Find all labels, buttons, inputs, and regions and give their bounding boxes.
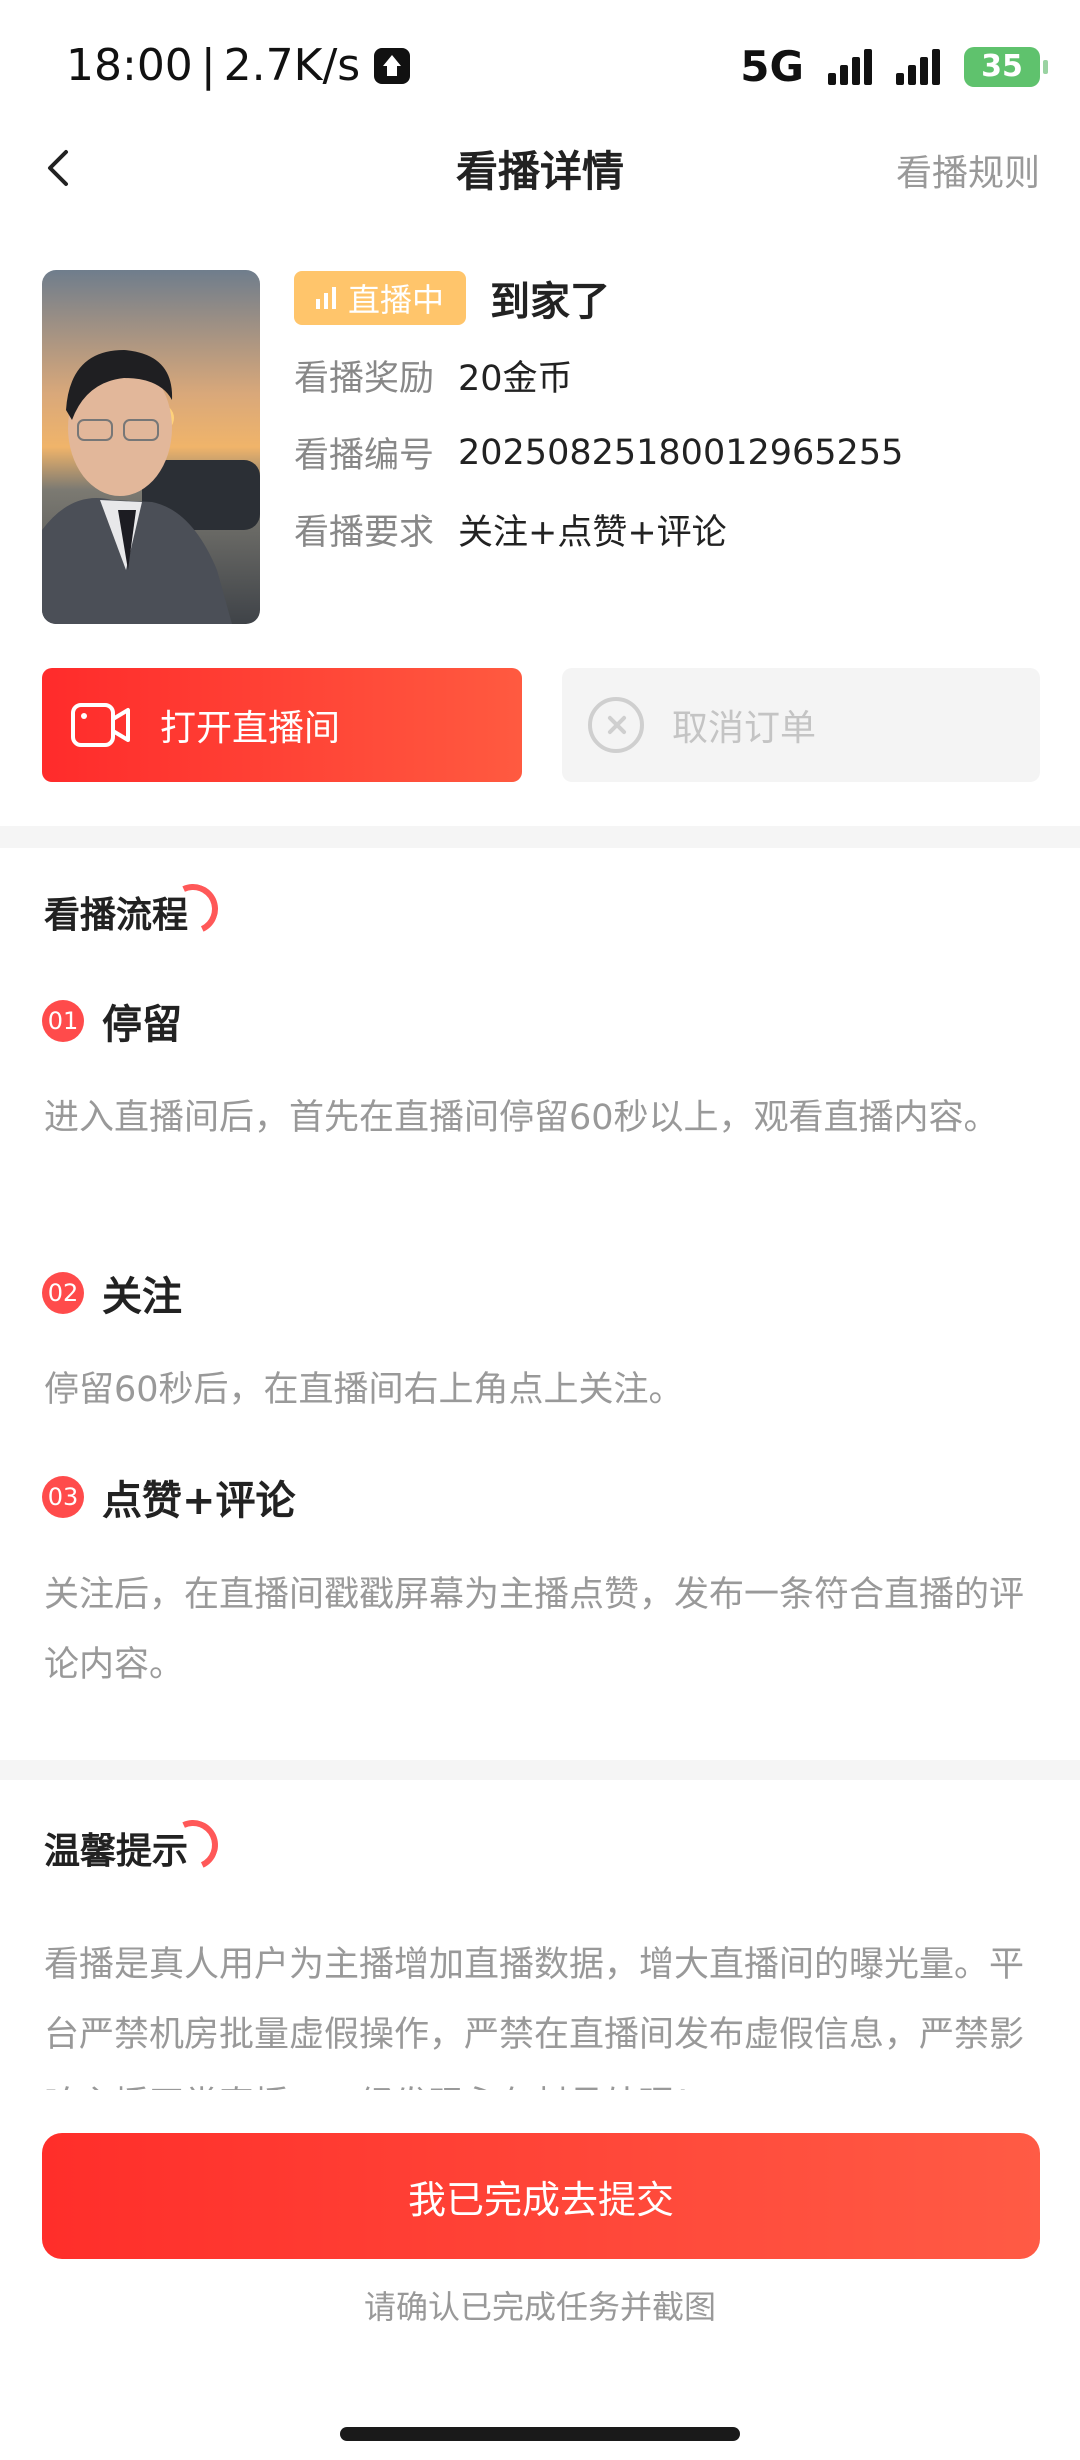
- step-number: 01: [42, 1000, 84, 1042]
- step-description: 停留60秒后，在直播间右上角点上关注。: [44, 1370, 684, 1410]
- step-item: 01 停留: [42, 992, 182, 1050]
- status-time: 18:00: [66, 40, 193, 91]
- step-title: 停留: [102, 1002, 182, 1048]
- field-value: 20250825180012965255: [458, 432, 904, 473]
- field-reward: 看播奖励 20金币: [294, 348, 1034, 403]
- process-title-text: 看播流程: [44, 895, 189, 936]
- open-live-room-button[interactable]: 打开直播间: [42, 668, 522, 782]
- live-status-badge: 直播中: [294, 271, 467, 325]
- step-item: 02 关注: [42, 1264, 182, 1322]
- stream-title: 到家了: [490, 279, 611, 325]
- battery-level: 35: [981, 49, 1023, 84]
- video-camera-icon: [71, 703, 130, 747]
- field-value: 20金币: [458, 359, 573, 399]
- submit-hint: 请确认已完成任务并截图: [363, 2288, 716, 2326]
- section-divider: [0, 1760, 1080, 1780]
- streamer-thumbnail[interactable]: [42, 270, 260, 624]
- field-label: 看播要求: [294, 513, 435, 553]
- section-divider: [0, 826, 1080, 848]
- step-number: 02: [42, 1272, 84, 1314]
- step-description: 进入直播间后，首先在直播间停留60秒以上，观看直播内容。: [44, 1098, 999, 1138]
- submit-label: 我已完成去提交: [407, 2177, 674, 2222]
- status-bar: 18:00 | 2.7K/s 5G 35: [0, 0, 1080, 130]
- cancel-circle-icon: [588, 697, 644, 753]
- status-left: 18:00 | 2.7K/s: [66, 40, 411, 91]
- rules-link[interactable]: 看播规则: [896, 144, 1040, 196]
- tips-title-text: 温馨提示: [44, 1831, 189, 1872]
- field-order-id: 看播编号 20250825180012965255: [294, 425, 1034, 480]
- process-section-title: 看播流程: [44, 876, 226, 942]
- upload-icon: [374, 47, 411, 84]
- signal-icon: [828, 48, 872, 85]
- status-right: 5G 35: [740, 42, 1048, 91]
- field-label: 看播编号: [294, 436, 435, 476]
- home-indicator[interactable]: [340, 2427, 740, 2441]
- task-header: 直播中 到家了: [294, 270, 1034, 326]
- step-title: 点赞+评论: [102, 1478, 296, 1524]
- field-requirement: 看播要求 关注+点赞+评论: [294, 502, 1034, 557]
- live-status-label: 直播中: [348, 281, 445, 319]
- streamer-photo: [42, 270, 260, 624]
- network-speed: 2.7K/s: [223, 40, 361, 91]
- cancel-order-label: 取消订单: [672, 708, 817, 749]
- live-bars-icon: [316, 287, 336, 309]
- field-label: 看播奖励: [294, 359, 435, 399]
- nav-bar: 看播详情 看播规则: [0, 120, 1080, 216]
- task-info: 直播中 到家了 看播奖励 20金币 看播编号 20250825180012965…: [294, 270, 1034, 557]
- task-actions: 打开直播间 取消订单: [42, 668, 1040, 782]
- tips-section-title: 温馨提示: [44, 1812, 226, 1878]
- status-separator: |: [200, 40, 216, 91]
- signal-icon-2: [896, 48, 940, 85]
- field-value: 关注+点赞+评论: [458, 513, 727, 553]
- step-description: 关注后，在直播间戳戳屏幕为主播点赞，发布一条符合直播的评论内容。: [44, 1575, 1025, 1685]
- submit-button[interactable]: 我已完成去提交: [42, 2133, 1040, 2259]
- step-title: 关注: [102, 1274, 182, 1320]
- cancel-order-button[interactable]: 取消订单: [562, 668, 1040, 782]
- task-card: 直播中 到家了 看播奖励 20金币 看播编号 20250825180012965…: [42, 270, 1042, 630]
- open-live-room-label: 打开直播间: [160, 708, 341, 749]
- network-type: 5G: [740, 42, 804, 91]
- tips-text: 看播是真人用户为主播增加直播数据，增大直播间的曝光量。平台严禁机房批量虚假操作，…: [44, 1945, 1025, 2090]
- step-number: 03: [42, 1476, 84, 1518]
- step-item: 03 点赞+评论: [42, 1468, 296, 1526]
- battery-icon: 35: [964, 46, 1048, 87]
